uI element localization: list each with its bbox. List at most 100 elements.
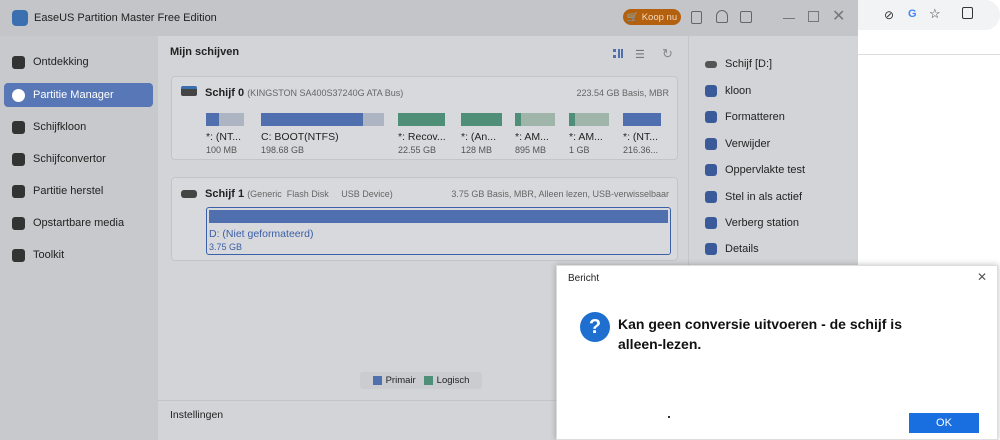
logical-swatch — [423, 376, 433, 385]
list-view-icon[interactable]: ☰ — [635, 48, 645, 61]
partition-usage-bar — [515, 113, 555, 126]
partition[interactable]: C: BOOT(NTFS) 198.68 GB — [261, 113, 384, 155]
action-icon — [705, 137, 717, 150]
sidebar-item-partitie-manager[interactable]: Partitie Manager — [4, 83, 153, 107]
sidebar-item-ontdekking[interactable]: Ontdekking — [4, 50, 153, 74]
partition-size: 128 MB — [461, 145, 493, 155]
partition-name: C: BOOT(NTFS) — [261, 131, 339, 143]
action-kloon[interactable]: kloon — [705, 85, 751, 97]
minimize-button[interactable] — [783, 18, 795, 19]
question-icon: ? — [580, 312, 610, 342]
title-bar: EaseUS Partition Master Free Edition 🛒 Ko… — [0, 0, 858, 36]
action-formatteren[interactable]: Formatteren — [705, 111, 785, 124]
action-icon — [705, 217, 717, 229]
cart-icon: 🛒 — [626, 11, 639, 23]
page-title: Mijn schijven — [170, 46, 240, 58]
partition[interactable]: *: Recov... 22.55 GB — [398, 113, 446, 155]
disk-1-card[interactable]: Schijf 1 (Generic Flash Disk USB Device)… — [171, 177, 678, 261]
partition-size: 22.55 GB — [398, 145, 437, 155]
disk-info: 223.54 GB Basis, MBR — [576, 88, 669, 98]
partition-usage-bar — [623, 113, 661, 126]
partition-size: 3.75 GB — [209, 242, 243, 252]
action-verberg-station[interactable]: Verberg station — [705, 217, 799, 229]
action-stel-in-als-actief[interactable]: Stel in als actief — [705, 190, 802, 203]
partition-name: *: AM... — [569, 131, 603, 143]
sidebar-item-toolkit[interactable]: Toolkit — [4, 243, 153, 267]
partition-usage-bar — [461, 113, 502, 126]
partition[interactable]: *: AM... 1 GB — [569, 113, 609, 155]
bookmark-star-icon[interactable]: ☆ — [929, 6, 941, 22]
bell-icon[interactable] — [716, 10, 728, 23]
partition-name: D: (Niet geformateerd) — [209, 228, 314, 240]
settings-section[interactable]: Instellingen — [170, 409, 223, 421]
dialog-title: Bericht — [568, 273, 600, 284]
action-details[interactable]: Details — [705, 243, 759, 256]
action-icon — [705, 111, 717, 124]
close-button[interactable]: ✕ — [832, 6, 845, 26]
google-icon[interactable]: G — [908, 8, 917, 20]
partition-bar — [209, 210, 668, 223]
pie-icon — [12, 88, 25, 102]
refresh-icon[interactable]: ↻ — [662, 46, 673, 62]
partition-size: 1 GB — [569, 145, 590, 155]
partition-size: 216.36... — [623, 145, 659, 155]
drive-icon — [705, 60, 717, 68]
sidebar-item-schijfconvertor[interactable]: Schijfconvertor — [4, 147, 153, 171]
action-icon — [705, 164, 717, 177]
primary-swatch — [372, 376, 382, 385]
buy-button[interactable]: 🛒 Koop nu — [623, 9, 681, 25]
selected-disk: Schijf [D:] — [705, 58, 772, 70]
toolbox-icon — [12, 248, 25, 262]
sidebar-item-schijfkloon[interactable]: Schijfkloon — [4, 115, 153, 139]
ok-button[interactable]: OK — [909, 413, 979, 433]
partition-size: 895 MB — [515, 145, 547, 155]
clone-icon — [12, 120, 25, 134]
feedback-icon[interactable] — [691, 11, 702, 24]
partition-usage-bar — [206, 113, 244, 126]
extensions-icon[interactable] — [962, 7, 973, 19]
partition-usage-bar — [569, 113, 609, 126]
partition[interactable]: *: (An... 128 MB — [461, 113, 502, 155]
disk-name: Schijf 1 — [205, 188, 245, 200]
grid-view-icon[interactable] — [613, 49, 623, 58]
tracking-blocked-icon[interactable]: ⊘ — [884, 8, 894, 22]
convert-icon — [12, 152, 25, 166]
media-icon — [12, 216, 25, 230]
partition-d[interactable]: D: (Niet geformateerd) 3.75 GB — [206, 207, 671, 255]
sidebar: Ontdekking Partitie Manager Schijfkloon … — [0, 36, 158, 440]
menu-icon[interactable] — [740, 11, 752, 23]
action-verwijder[interactable]: Verwijder — [705, 137, 770, 150]
dialog-message: Kan geen conversie uitvoeren - de schijf… — [618, 316, 902, 352]
app-logo-icon — [12, 10, 28, 26]
partition-name: *: (An... — [461, 131, 497, 143]
partition-name: *: AM... — [515, 131, 549, 143]
partition-usage-bar — [261, 113, 384, 126]
compass-icon — [12, 55, 25, 69]
sidebar-item-partitie-herstel[interactable]: Partitie herstel — [4, 179, 153, 203]
partition[interactable]: *: AM... 895 MB — [515, 113, 555, 155]
disk-model: (KINGSTON SA400S37240G ATA Bus) — [247, 88, 404, 98]
partition-size: 198.68 GB — [261, 145, 305, 155]
disk-name: Schijf 0 — [205, 87, 245, 99]
action-icon — [705, 85, 717, 97]
action-oppervlakte-test[interactable]: Oppervlakte test — [705, 164, 805, 177]
partition-name: *: Recov... — [398, 131, 446, 143]
action-icon — [705, 190, 717, 203]
disk-info: 3.75 GB Basis, MBR, Alleen lezen, USB-ve… — [451, 189, 669, 199]
message-dialog: Bericht ✕ ? Kan geen conversie uitvoeren… — [556, 265, 998, 440]
disk-icon — [181, 86, 197, 96]
partition[interactable]: *: (NT... 216.36... — [623, 113, 661, 155]
app-title: EaseUS Partition Master Free Edition — [34, 12, 217, 24]
disk-model: (Generic Flash Disk USB Device) — [247, 189, 393, 199]
recovery-icon — [12, 184, 25, 198]
usb-disk-icon — [181, 190, 197, 198]
partition-usage-bar — [398, 113, 445, 126]
partition[interactable]: *: (NT... 100 MB — [206, 113, 244, 155]
maximize-button[interactable] — [808, 11, 819, 22]
sidebar-item-opstartbare-media[interactable]: Opstartbare media — [4, 211, 153, 235]
disk-0-card[interactable]: Schijf 0 (KINGSTON SA400S37240G ATA Bus)… — [171, 76, 678, 160]
partition-name: *: (NT... — [206, 131, 242, 143]
dialog-close-button[interactable]: ✕ — [977, 270, 987, 284]
partition-size: 100 MB — [206, 145, 238, 155]
partition-name: *: (NT... — [623, 131, 659, 143]
